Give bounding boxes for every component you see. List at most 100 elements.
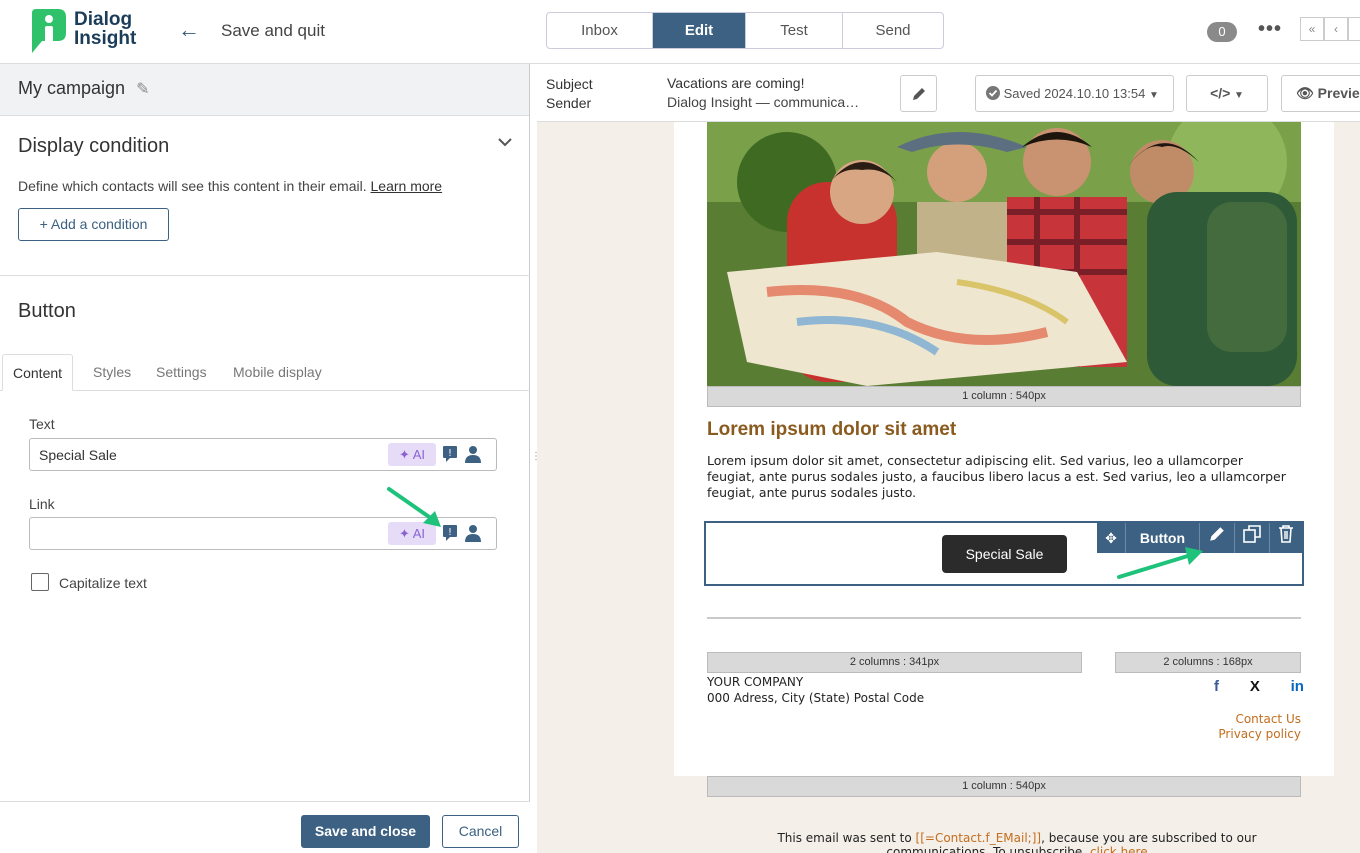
company-address: 000 Adress, City (State) Postal Code [707, 691, 925, 705]
learn-more-link[interactable]: Learn more [371, 178, 443, 194]
dialog-insight-logo[interactable]: Dialog Insight [28, 9, 148, 55]
logo-line2: Insight [74, 28, 137, 49]
logo-icon [32, 9, 66, 53]
capitalize-checkbox[interactable] [31, 573, 49, 591]
tab-test[interactable]: Test [746, 13, 843, 48]
unsubscribe-link[interactable]: click here [1090, 845, 1148, 853]
subtab-styles[interactable]: Styles [83, 354, 141, 391]
text-field-value: Special Sale [39, 447, 117, 463]
count-badge[interactable]: 0 [1207, 22, 1237, 42]
subtabs: Content Styles Settings Mobile display [0, 354, 530, 391]
save-and-quit-label[interactable]: Save and quit [221, 21, 325, 41]
email-divider [707, 617, 1301, 619]
code-view-dropdown[interactable]: </> ▼ [1186, 75, 1268, 112]
first-page-button[interactable]: « [1300, 17, 1324, 41]
subtab-settings[interactable]: Settings [146, 354, 217, 391]
code-icon: </> [1210, 85, 1231, 101]
hero-image[interactable] [707, 122, 1301, 386]
block-toolbar: ✥ Button [1097, 523, 1302, 553]
selected-button-block[interactable]: ✥ Button Special Sale [704, 521, 1304, 586]
divider [0, 275, 530, 276]
main-tabs: Inbox Edit Test Send [546, 12, 944, 49]
footer-pre: This email was sent to [777, 831, 916, 845]
caret-down-icon: ▼ [1233, 90, 1244, 101]
subject-value: Vacations are coming! [667, 75, 805, 91]
link-field-label: Link [29, 496, 55, 512]
move-icon[interactable]: ✥ [1097, 523, 1126, 553]
pager: « ‹ [1300, 17, 1360, 41]
sparkle-icon: ✦ [398, 447, 410, 462]
tab-inbox[interactable]: Inbox [547, 13, 653, 48]
arrow-left-icon: ← [178, 17, 200, 42]
contact-us-link[interactable]: Contact Us [1235, 712, 1301, 726]
email-footer-text: This email was sent to [[=Contact.f_EMai… [717, 831, 1317, 853]
chevron-down-icon[interactable] [497, 134, 513, 152]
svg-text:!: ! [448, 527, 452, 538]
block-type-label: Button [1126, 523, 1200, 553]
next-page-button[interactable] [1348, 17, 1360, 41]
svg-text:!: ! [448, 448, 452, 459]
saved-status-text: Saved 2024.10.10 13:54 [1003, 86, 1146, 101]
column-indicator: 2 columns : 341px [707, 652, 1082, 673]
email-paragraph[interactable]: Lorem ipsum dolor sit amet, consectetur … [707, 453, 1287, 501]
sparkle-icon: ✦ [398, 526, 410, 541]
more-options-icon[interactable]: ••• [1258, 18, 1282, 41]
campaign-name[interactable]: My campaign [18, 78, 125, 98]
pencil-icon[interactable]: ✎ [136, 79, 149, 99]
edit-header-button[interactable] [900, 75, 937, 112]
add-condition-button[interactable]: + Add a condition [18, 208, 169, 241]
email-token: [[=Contact.f_EMail;]] [915, 831, 1042, 845]
x-icon[interactable]: X [1250, 678, 1260, 695]
campaign-header: My campaign ✎ [0, 64, 529, 116]
tab-send[interactable]: Send [843, 13, 943, 48]
personalization-icon[interactable]: ! [442, 524, 458, 542]
preview-label: Previe [1317, 85, 1360, 101]
check-circle-icon [986, 86, 1000, 100]
logo-line1: Dialog [74, 9, 133, 30]
back-arrow-button[interactable]: ← [170, 14, 208, 48]
text-field[interactable]: Special Sale ✦ AI ! [29, 438, 497, 471]
display-condition-title: Display condition [18, 135, 170, 157]
ai-label: AI [412, 526, 426, 541]
ai-label: AI [412, 447, 426, 462]
footer-line2: communications. To unsubscribe, [886, 845, 1090, 853]
edit-icon[interactable] [1200, 523, 1235, 553]
save-and-close-button[interactable]: Save and close [301, 815, 430, 848]
trash-icon[interactable] [1270, 523, 1302, 553]
special-sale-button[interactable]: Special Sale [942, 535, 1067, 573]
tab-edit[interactable]: Edit [653, 13, 746, 48]
saved-status-dropdown[interactable]: Saved 2024.10.10 13:54 ▼ [975, 75, 1174, 112]
prev-page-button[interactable]: ‹ [1324, 17, 1348, 41]
ai-button[interactable]: ✦ AI [388, 443, 436, 466]
column-indicator: 1 column : 540px [707, 776, 1301, 797]
ai-button[interactable]: ✦ AI [388, 522, 436, 545]
column-indicator: 2 columns : 168px [1115, 652, 1301, 673]
linkedin-icon[interactable]: in [1291, 678, 1304, 695]
duplicate-icon[interactable] [1235, 523, 1270, 553]
facebook-icon[interactable]: f [1214, 678, 1219, 695]
email-editor: Subject Sender Vacations are coming! Dia… [537, 64, 1360, 853]
privacy-policy-link[interactable]: Privacy policy [1218, 727, 1301, 741]
cancel-button[interactable]: Cancel [442, 815, 519, 848]
contact-field-icon[interactable] [464, 445, 482, 463]
panel-footer: Save and close Cancel [0, 801, 530, 853]
capitalize-label[interactable]: Capitalize text [59, 575, 147, 591]
preview-button[interactable]: 👁 Previe [1281, 75, 1360, 112]
company-block[interactable]: YOUR COMPANY 000 Adress, City (State) Po… [707, 674, 924, 706]
column-indicator: 1 column : 540px [707, 386, 1301, 407]
pencil-icon [912, 88, 925, 100]
subtab-mobile-display[interactable]: Mobile display [223, 354, 332, 391]
link-field[interactable]: ✦ AI ! [29, 517, 497, 550]
subtab-content[interactable]: Content [2, 354, 74, 391]
personalization-icon[interactable]: ! [442, 445, 458, 463]
caret-down-icon: ▼ [1148, 90, 1159, 101]
sender-value: Dialog Insight — communica… [667, 94, 860, 110]
display-condition-description: Define which contacts will see this cont… [18, 178, 442, 194]
description-text: Define which contacts will see this cont… [18, 178, 367, 194]
email-headline[interactable]: Lorem ipsum dolor sit amet [707, 419, 956, 441]
subject-label: Subject [546, 76, 593, 92]
text-field-label: Text [29, 416, 55, 432]
button-section-title: Button [18, 300, 76, 322]
footer-post: , because you are subscribed to our [1041, 831, 1257, 845]
contact-field-icon[interactable] [464, 524, 482, 542]
